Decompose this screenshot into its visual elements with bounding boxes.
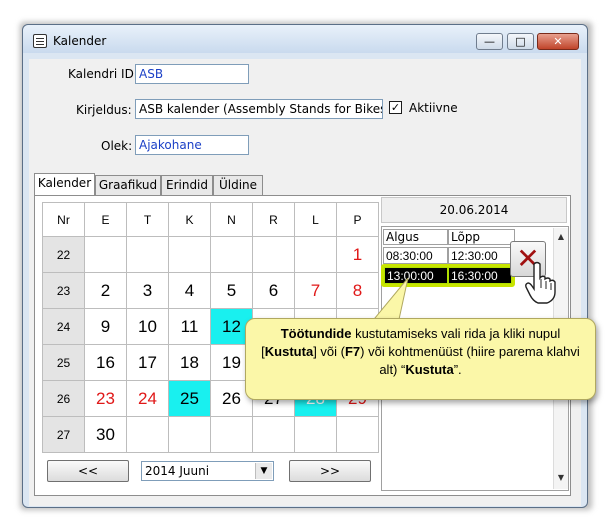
day-cell[interactable]: 23 — [84, 380, 127, 417]
calendar-app-icon — [33, 34, 47, 48]
checkmark-icon: ✓ — [390, 101, 401, 114]
minimize-button[interactable]: — — [476, 33, 503, 50]
day-cell[interactable]: 16 — [84, 344, 127, 381]
header-friday: R — [252, 202, 295, 237]
header-monday: E — [84, 202, 127, 237]
next-month-button[interactable]: >> — [289, 460, 371, 482]
day-cell[interactable] — [168, 236, 211, 273]
day-cell[interactable]: 2 — [84, 272, 127, 309]
callout-text-3: ) või kohtmenüüst (hiire parema klahvi a… — [360, 344, 580, 377]
column-header-end[interactable]: Lõpp — [448, 229, 515, 245]
week-number: 24 — [42, 308, 85, 345]
callout-text-4: ”. — [453, 362, 462, 377]
day-cell[interactable]: 5 — [210, 272, 253, 309]
window-title: Kalender — [53, 34, 107, 48]
day-cell[interactable] — [126, 236, 169, 273]
column-header-start[interactable]: Algus — [383, 229, 448, 245]
day-cell[interactable]: 3 — [126, 272, 169, 309]
scroll-down-icon[interactable]: ▼ — [554, 471, 568, 485]
day-cell[interactable] — [252, 236, 295, 273]
active-checkbox[interactable]: ✓ — [389, 101, 402, 114]
close-button[interactable]: ✕ — [537, 33, 579, 50]
callout-text-2: ] või ( — [313, 344, 345, 359]
previous-month-button[interactable]: << — [47, 460, 129, 482]
tab-kalender[interactable]: Kalender — [34, 173, 95, 195]
header-tuesday: T — [126, 202, 169, 237]
tab-uldine[interactable]: Üldine — [213, 175, 263, 195]
tab-graafikud[interactable]: Graafikud — [95, 175, 161, 195]
day-cell[interactable] — [126, 416, 169, 453]
week-number: 27 — [42, 416, 85, 453]
header-sunday: P — [336, 202, 379, 237]
callout-bold-2: Kustuta — [264, 344, 314, 359]
header-wednesday: K — [168, 202, 211, 237]
week-number: 22 — [42, 236, 85, 273]
week-row: 22 1 — [42, 236, 379, 273]
day-cell[interactable]: 30 — [84, 416, 127, 453]
month-select-value: 2014 Juuni — [145, 464, 210, 478]
maximize-button[interactable]: □ — [507, 33, 534, 50]
day-cell[interactable] — [210, 236, 253, 273]
week-number: 23 — [42, 272, 85, 309]
state-label: Olek: — [101, 139, 133, 153]
selected-date-header: 20.06.2014 — [381, 197, 567, 223]
end-time-cell: 12:30:00 — [448, 247, 515, 264]
callout-bold-1: Töötundide — [280, 326, 352, 341]
help-callout-text: Töötundide kustutamiseks vali rida ja kl… — [254, 325, 587, 379]
help-callout: Töötundide kustutamiseks vali rida ja kl… — [245, 318, 596, 400]
day-cell[interactable] — [84, 236, 127, 273]
state-field[interactable]: Ajakohane — [135, 135, 249, 155]
day-cell[interactable] — [210, 416, 253, 453]
day-cell[interactable]: 4 — [168, 272, 211, 309]
calendar-header-row: Nr E T K N R L P — [42, 202, 379, 237]
day-cell[interactable] — [336, 416, 379, 453]
header-saturday: L — [294, 202, 337, 237]
day-cell[interactable]: 10 — [126, 308, 169, 345]
day-cell[interactable]: 1 — [336, 236, 379, 273]
end-time-cell: 16:30:00 — [448, 267, 512, 284]
header-thursday: N — [210, 202, 253, 237]
day-cell[interactable] — [294, 236, 337, 273]
scroll-up-icon[interactable]: ▲ — [554, 230, 568, 244]
week-row: 27 30 — [42, 416, 379, 453]
callout-bold-4: Kustuta — [405, 362, 454, 377]
day-cell[interactable] — [294, 416, 337, 453]
description-field[interactable]: ASB kalender (Assembly Stands for Bikes) — [135, 99, 383, 119]
day-cell-highlighted[interactable]: 25 — [168, 380, 211, 417]
month-select[interactable]: 2014 Juuni ▼ — [141, 461, 274, 481]
description-label: Kirjeldus: — [76, 103, 132, 117]
hand-cursor-icon — [525, 261, 556, 304]
day-cell[interactable]: 7 — [294, 272, 337, 309]
chevron-down-icon[interactable]: ▼ — [255, 463, 272, 479]
tab-erindid[interactable]: Erindid — [161, 175, 213, 195]
calendar-id-label: Kalendri ID: — [68, 67, 138, 81]
day-cell[interactable]: 17 — [126, 344, 169, 381]
day-cell[interactable] — [168, 416, 211, 453]
day-cell[interactable] — [252, 416, 295, 453]
title-bar[interactable]: Kalender — □ ✕ — [23, 25, 587, 53]
callout-bold-3: F7 — [344, 344, 361, 359]
week-number: 26 — [42, 380, 85, 417]
day-cell[interactable]: 6 — [252, 272, 295, 309]
active-label: Aktiivne — [409, 101, 458, 115]
start-time-cell: 08:30:00 — [383, 247, 448, 264]
day-cell[interactable]: 9 — [84, 308, 127, 345]
day-cell[interactable]: 18 — [168, 344, 211, 381]
header-nr: Nr — [42, 202, 85, 237]
week-row: 23 2 3 4 5 6 7 8 — [42, 272, 379, 309]
week-number: 25 — [42, 344, 85, 381]
day-cell[interactable]: 11 — [168, 308, 211, 345]
day-cell[interactable]: 24 — [126, 380, 169, 417]
calendar-id-field[interactable]: ASB — [135, 64, 249, 84]
